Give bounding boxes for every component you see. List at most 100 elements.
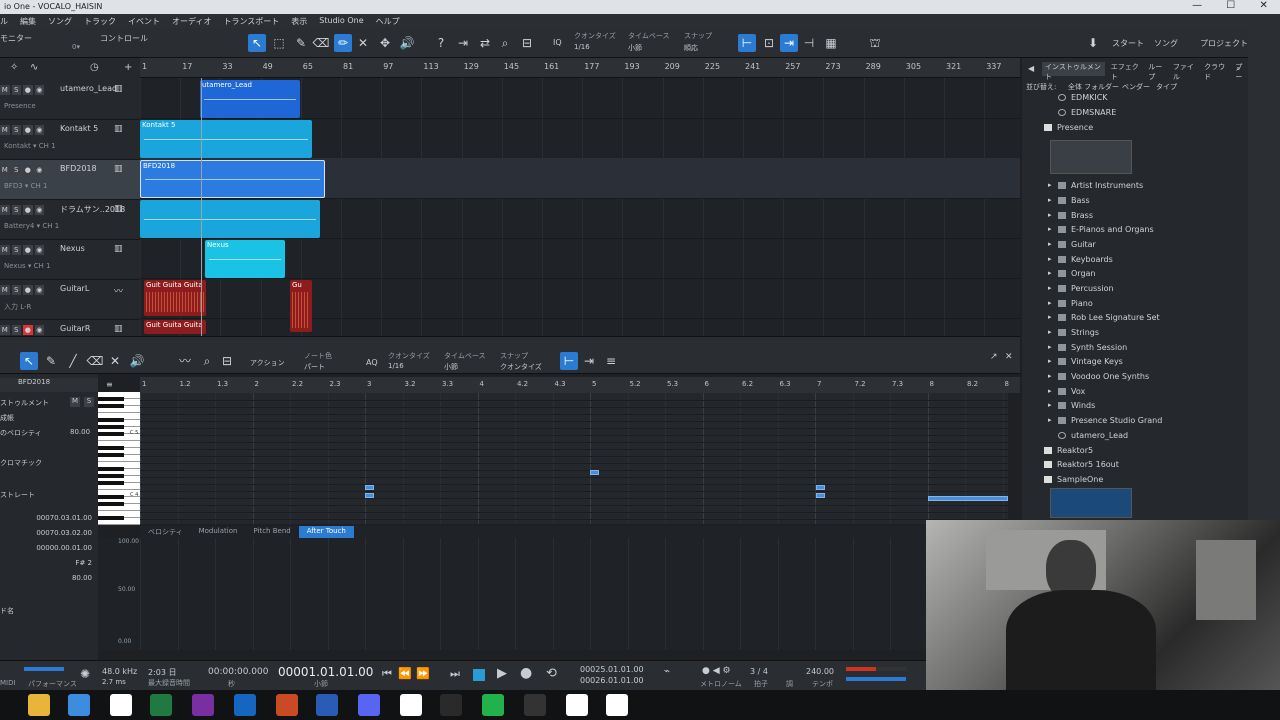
menu-item[interactable]: ル: [0, 16, 8, 28]
wrench-icon[interactable]: ✧: [10, 62, 18, 73]
automation-icon[interactable]: ∿: [30, 62, 38, 73]
editor-scrub-icon[interactable]: 〰: [176, 352, 194, 370]
mute-button[interactable]: M: [0, 85, 10, 95]
editor-ruler-icon[interactable]: ≡: [602, 352, 620, 370]
browser-sort-option[interactable]: 全体: [1068, 82, 1082, 92]
browser-sort-option[interactable]: ベンダー: [1122, 82, 1150, 92]
solo-button[interactable]: S: [11, 205, 21, 215]
browser-item[interactable]: ▸ Rob Lee Signature Set: [1048, 313, 1160, 322]
arrange-clip[interactable]: Guit Guita Guita: [144, 320, 206, 334]
obs-icon[interactable]: [440, 694, 462, 716]
end-icon[interactable]: ⏭: [450, 667, 460, 681]
arrow-tool-icon[interactable]: ↖: [248, 34, 266, 52]
expand-arrow-icon[interactable]: ▸: [1048, 240, 1052, 248]
help-icon[interactable]: ?: [432, 34, 450, 52]
midi-note[interactable]: [928, 496, 1008, 501]
record-arm-button[interactable]: ●: [23, 245, 33, 255]
track-header[interactable]: M S ● ◉ GuitarL 入力 L-R 〰: [0, 280, 140, 320]
controller-lane[interactable]: 100.00 50.00 0.00: [98, 538, 1004, 650]
app-1-icon[interactable]: [566, 694, 588, 716]
snap-cursor-icon[interactable]: ⇥: [780, 34, 798, 52]
inspector-row[interactable]: 80.00: [0, 574, 98, 586]
time-signature[interactable]: 3 / 4: [750, 667, 768, 676]
eraser-tool-icon[interactable]: ⌫: [312, 34, 330, 52]
expand-arrow-icon[interactable]: ▸: [1048, 196, 1052, 204]
browser-tab[interactable]: ループ: [1148, 62, 1167, 81]
piano-black-key[interactable]: [98, 467, 124, 471]
download-icon[interactable]: ⬇: [1084, 34, 1102, 52]
menu-item[interactable]: ソング: [48, 16, 72, 28]
track-header[interactable]: M S ● ◉ ドラムサン..2018 Battery4 ▾ CH 1 ▥: [0, 200, 140, 240]
browser-item[interactable]: Reaktor5: [1044, 446, 1093, 455]
mute-button[interactable]: M: [0, 285, 10, 295]
velocity-value[interactable]: 80.00: [70, 428, 90, 436]
loop-right[interactable]: 00026.01.01.00: [580, 676, 644, 685]
clock-icon[interactable]: ◷: [90, 62, 99, 73]
solo-button[interactable]: S: [11, 325, 21, 335]
midi-note[interactable]: [365, 485, 374, 490]
piano-black-key[interactable]: [98, 453, 124, 457]
arrange-clip[interactable]: Kontakt 5: [140, 120, 312, 158]
browser-item[interactable]: EDMSNARE: [1058, 108, 1116, 117]
midi-note[interactable]: [365, 493, 374, 498]
monitor-button[interactable]: ◉: [34, 205, 44, 215]
master-volume[interactable]: [846, 677, 906, 681]
listen-tool-icon[interactable]: 🔊: [398, 34, 416, 52]
track-instrument[interactable]: Nexus ▾ CH 1: [4, 262, 50, 270]
browser-search-icon[interactable]: ⌕: [1236, 64, 1240, 74]
record-arm-button[interactable]: ●: [23, 325, 33, 335]
piano-black-key[interactable]: [98, 516, 124, 520]
browser-item[interactable]: utamero_Lead: [1058, 431, 1128, 440]
editor-close-icon[interactable]: ✕: [1005, 352, 1013, 362]
browser-item[interactable]: SampleOne: [1044, 475, 1103, 484]
expand-arrow-icon[interactable]: ▸: [1048, 284, 1052, 292]
track-header[interactable]: M S ● ◉ utamero_Lead Presence ▥: [0, 80, 140, 120]
mute-button[interactable]: M: [0, 325, 10, 335]
action-menu[interactable]: アクション: [250, 358, 285, 368]
lock-icon[interactable]: ⛫: [866, 34, 884, 52]
piano-black-key[interactable]: [98, 481, 124, 485]
expand-arrow-icon[interactable]: ▸: [1048, 328, 1052, 336]
record-icon[interactable]: ●: [520, 665, 532, 681]
bars-display[interactable]: 00001.01.01.00: [278, 665, 373, 679]
snap-icon[interactable]: ⊟: [518, 34, 536, 52]
monitor-button[interactable]: ◉: [34, 325, 44, 335]
track-instrument[interactable]: Presence: [4, 102, 36, 110]
record-arm-button[interactable]: ●: [23, 205, 33, 215]
browser-item[interactable]: ▸ Piano: [1048, 299, 1093, 308]
editor-snap-cursor-icon[interactable]: ⇥: [580, 352, 598, 370]
track-edit-icon[interactable]: ▥: [114, 244, 123, 254]
mute-tool-icon[interactable]: ✕: [354, 34, 372, 52]
track-edit-icon[interactable]: ▥: [114, 164, 123, 174]
rewind-start-icon[interactable]: ⏮: [382, 667, 392, 681]
browser-item[interactable]: ▸ Vintage Keys: [1048, 357, 1123, 366]
editor-eraser-tool-icon[interactable]: ⌫: [86, 352, 104, 370]
expand-arrow-icon[interactable]: ▸: [1048, 269, 1052, 277]
piano-black-key[interactable]: [98, 432, 124, 436]
rewind-icon[interactable]: ⏪: [398, 667, 412, 680]
editor-pencil-tool-icon[interactable]: ✎: [42, 352, 60, 370]
browser-tab[interactable]: ファイル: [1173, 62, 1198, 81]
browser-item[interactable]: ▸ Organ: [1048, 269, 1096, 278]
solo-button[interactable]: S: [11, 245, 21, 255]
arrange-scrollbar[interactable]: [0, 336, 1020, 348]
close-icon[interactable]: ✕: [1259, 0, 1267, 14]
browser-item[interactable]: ▸ Synth Session: [1048, 343, 1127, 352]
song-button[interactable]: ソング: [1154, 38, 1178, 49]
controller-tab[interactable]: Pitch Bend: [245, 526, 298, 538]
expand-arrow-icon[interactable]: ▸: [1048, 181, 1052, 189]
start-button[interactable]: スタート: [1112, 38, 1144, 49]
arrange-clip[interactable]: Nexus: [205, 240, 285, 278]
expand-arrow-icon[interactable]: ▸: [1048, 372, 1052, 380]
controller-tab[interactable]: ベロシティ: [140, 526, 191, 538]
browser-item[interactable]: ▸ Artist Instruments: [1048, 181, 1143, 190]
browser-item[interactable]: ▸ Winds: [1048, 401, 1095, 410]
midi-note[interactable]: [590, 470, 599, 475]
browser-item[interactable]: ▸ Vox: [1048, 387, 1085, 396]
solo-button[interactable]: S: [11, 165, 21, 175]
clock-icon[interactable]: [524, 694, 546, 716]
browser-tab[interactable]: インストゥルメント: [1042, 62, 1105, 81]
monitor-button[interactable]: ◉: [34, 85, 44, 95]
browser-sort-option[interactable]: タイプ: [1156, 82, 1177, 92]
browser-item[interactable]: ▸ Bass: [1048, 196, 1090, 205]
